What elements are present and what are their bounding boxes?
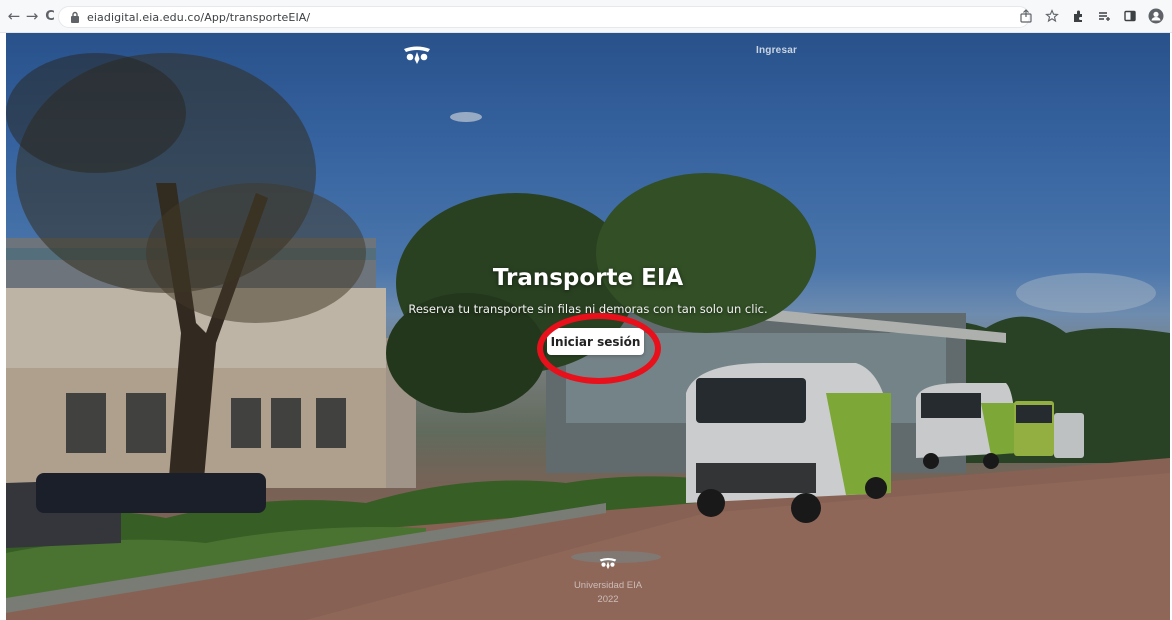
page-title: Transporte EIA — [492, 265, 684, 291]
profile-icon[interactable] — [1148, 8, 1164, 24]
forward-icon[interactable]: → — [22, 6, 42, 26]
hero-dim-overlay — [6, 33, 1170, 620]
reading-list-icon[interactable] — [1096, 8, 1112, 24]
side-panel-icon[interactable] — [1122, 8, 1138, 24]
browser-toolbar: ← → C eiadigital.eia.edu.co/App/transpor… — [0, 0, 1172, 33]
footer-eia-logo-icon — [599, 557, 617, 570]
login-link[interactable]: Ingresar — [756, 45, 797, 56]
reload-icon[interactable]: C — [40, 6, 60, 26]
footer-year: 2022 — [597, 594, 619, 605]
footer-organization: Universidad EIA — [573, 580, 643, 591]
bookmark-star-icon[interactable] — [1044, 8, 1060, 24]
share-icon[interactable] — [1018, 8, 1034, 24]
url-text: eiadigital.eia.edu.co/App/transporteEIA/ — [87, 11, 311, 24]
address-bar[interactable]: eiadigital.eia.edu.co/App/transporteEIA/ — [58, 6, 1030, 28]
hero-section: Ingresar Transporte EIA Reserva tu trans… — [6, 33, 1170, 620]
hero-subtitle: Reserva tu transporte sin filas ni demor… — [408, 302, 768, 316]
eia-logo-icon[interactable] — [402, 45, 432, 67]
login-button[interactable]: Iniciar sesión — [547, 328, 644, 355]
back-icon[interactable]: ← — [4, 6, 24, 26]
lock-icon — [71, 11, 79, 23]
extensions-icon[interactable] — [1070, 8, 1086, 24]
